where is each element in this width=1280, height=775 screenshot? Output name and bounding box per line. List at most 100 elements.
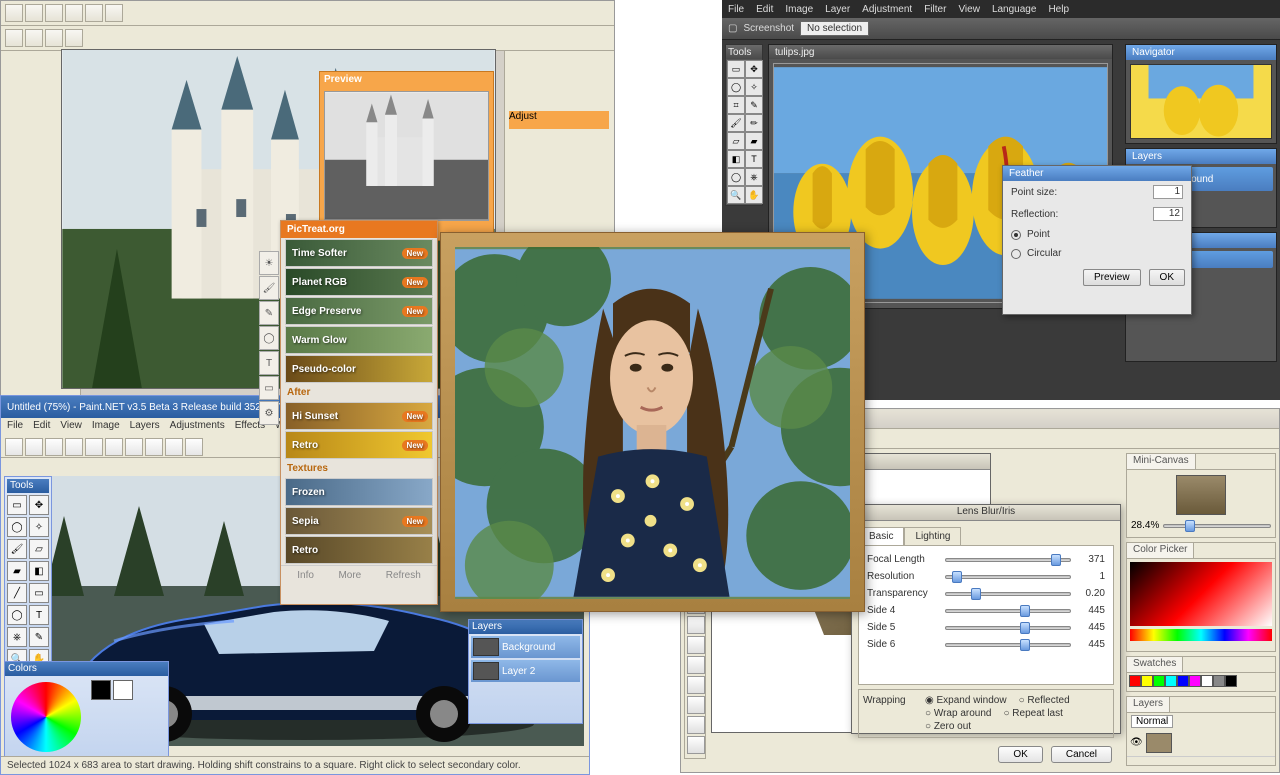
- blend-dropdown[interactable]: Normal: [1131, 715, 1173, 728]
- ok-button[interactable]: OK: [998, 746, 1042, 763]
- layer-row[interactable]: Background: [471, 636, 580, 658]
- tool-select[interactable]: ▭: [7, 495, 27, 515]
- swatch[interactable]: [1165, 675, 1177, 687]
- fx-tool[interactable]: ⚙: [259, 401, 279, 425]
- slider-s5[interactable]: [945, 626, 1071, 630]
- hue-strip[interactable]: [1130, 629, 1272, 641]
- colors-panel[interactable]: Colors: [4, 661, 169, 771]
- tool-btn[interactable]: [45, 29, 63, 47]
- slider-focal[interactable]: [945, 558, 1071, 562]
- tool-shape[interactable]: ◯: [727, 168, 745, 186]
- tool-wand[interactable]: ✧: [29, 517, 49, 537]
- tool-brush[interactable]: 🖌: [7, 539, 27, 559]
- tool-erase[interactable]: ▱: [29, 539, 49, 559]
- menu-file[interactable]: File: [7, 420, 23, 434]
- tool-btn[interactable]: [105, 4, 123, 22]
- input-pointsize[interactable]: 1: [1153, 185, 1183, 199]
- menu-help[interactable]: Help: [1048, 4, 1069, 15]
- fx-item[interactable]: Pseudo-color: [285, 355, 433, 383]
- tool-eyedrop[interactable]: ✎: [745, 96, 763, 114]
- tool-btn[interactable]: [45, 438, 63, 456]
- swatch-tab[interactable]: Swatches: [1127, 657, 1183, 672]
- tool-gradient[interactable]: [687, 636, 705, 654]
- menu-adjust[interactable]: Adjustments: [170, 420, 225, 434]
- menu-view[interactable]: View: [60, 420, 82, 434]
- tool-btn[interactable]: [5, 438, 23, 456]
- slider-s6[interactable]: [945, 643, 1071, 647]
- tool-btn[interactable]: [65, 29, 83, 47]
- menu-image[interactable]: Image: [785, 4, 813, 15]
- tool-btn[interactable]: [5, 4, 23, 22]
- menu-image[interactable]: Image: [92, 420, 120, 434]
- tool-pencil[interactable]: ✏: [745, 114, 763, 132]
- tool-zoom[interactable]: [687, 736, 705, 754]
- dialog-ok-btn[interactable]: OK: [1149, 269, 1185, 286]
- tool-fill[interactable]: ▰: [7, 561, 27, 581]
- dialog-preview-btn[interactable]: Preview: [1083, 269, 1141, 286]
- tool-rect[interactable]: ▭: [29, 583, 49, 603]
- tool-btn[interactable]: [65, 438, 83, 456]
- tool-erase[interactable]: ▱: [727, 132, 745, 150]
- tool-btn[interactable]: [65, 4, 83, 22]
- tool-recolor[interactable]: ✎: [29, 627, 49, 647]
- color-wheel[interactable]: [11, 682, 81, 752]
- tool-btn[interactable]: [165, 438, 183, 456]
- fx-item[interactable]: Edge PreserveNew: [285, 297, 433, 325]
- tool-btn[interactable]: [145, 438, 163, 456]
- slider-trans[interactable]: [945, 592, 1071, 596]
- tool-hand[interactable]: [687, 716, 705, 734]
- menu-edit[interactable]: Edit: [756, 4, 773, 15]
- swatch[interactable]: [1225, 675, 1237, 687]
- tool-btn[interactable]: [125, 438, 143, 456]
- tool-text[interactable]: T: [745, 150, 763, 168]
- secondary-color[interactable]: [113, 680, 133, 700]
- tool-erase[interactable]: [687, 616, 705, 634]
- tool-gradient[interactable]: ◧: [29, 561, 49, 581]
- menu-filter[interactable]: Filter: [924, 4, 946, 15]
- tool-fill[interactable]: ▰: [745, 132, 763, 150]
- swatch[interactable]: [1141, 675, 1153, 687]
- tool-btn[interactable]: [185, 438, 203, 456]
- fx-tool[interactable]: ◯: [259, 326, 279, 350]
- menu-layers[interactable]: Layers: [130, 420, 160, 434]
- fx-item[interactable]: Time SofterNew: [285, 239, 433, 267]
- nav-thumb[interactable]: [1176, 475, 1226, 515]
- toolbar-dropdown[interactable]: No selection: [800, 21, 869, 36]
- menu-file[interactable]: File: [728, 4, 744, 15]
- tool-lasso[interactable]: ◯: [7, 517, 27, 537]
- fx-tool[interactable]: ☀: [259, 251, 279, 275]
- layer-row[interactable]: 👁: [1127, 730, 1275, 757]
- fx-item[interactable]: RetroNew: [285, 431, 433, 459]
- fx-info[interactable]: Info: [297, 570, 314, 581]
- effects-panel[interactable]: ☀ 🖌 ✎ ◯ T ▭ ⚙ PicTreat.org Time SofterNe…: [280, 220, 438, 605]
- primary-color[interactable]: [91, 680, 111, 700]
- fx-item[interactable]: SepiaNew: [285, 507, 433, 535]
- menu-lang[interactable]: Language: [992, 4, 1037, 15]
- menu-view[interactable]: View: [958, 4, 980, 15]
- tool-text[interactable]: [687, 696, 705, 714]
- tool-zoom[interactable]: 🔍: [727, 186, 745, 204]
- fx-tool[interactable]: 🖌: [259, 276, 279, 300]
- fx-more[interactable]: More: [338, 570, 361, 581]
- zoom-slider[interactable]: [1163, 524, 1271, 528]
- swatch[interactable]: [1201, 675, 1213, 687]
- tool-btn[interactable]: [85, 438, 103, 456]
- wrap-radio[interactable]: ○ Reflected: [1019, 695, 1070, 706]
- tool-wand[interactable]: ✧: [745, 78, 763, 96]
- menu-layer[interactable]: Layer: [825, 4, 850, 15]
- tool-btn[interactable]: [5, 29, 23, 47]
- layers-panel[interactable]: Layers Background Layer 2: [468, 619, 583, 724]
- tool-crop[interactable]: ⌗: [727, 96, 745, 114]
- eye-icon[interactable]: 👁: [1130, 737, 1142, 749]
- tool-text[interactable]: T: [29, 605, 49, 625]
- tool-move[interactable]: ✥: [29, 495, 49, 515]
- tool-btn[interactable]: [105, 438, 123, 456]
- tool-btn[interactable]: [25, 29, 43, 47]
- wrap-radio[interactable]: ◉ Expand window: [925, 695, 1007, 706]
- radio-circular[interactable]: [1011, 249, 1021, 259]
- fx-item[interactable]: Hi SunsetNew: [285, 402, 433, 430]
- tool-btn[interactable]: [45, 4, 63, 22]
- tool-lasso[interactable]: ◯: [727, 78, 745, 96]
- tool-btn[interactable]: [25, 4, 43, 22]
- tool-dodge[interactable]: [687, 676, 705, 694]
